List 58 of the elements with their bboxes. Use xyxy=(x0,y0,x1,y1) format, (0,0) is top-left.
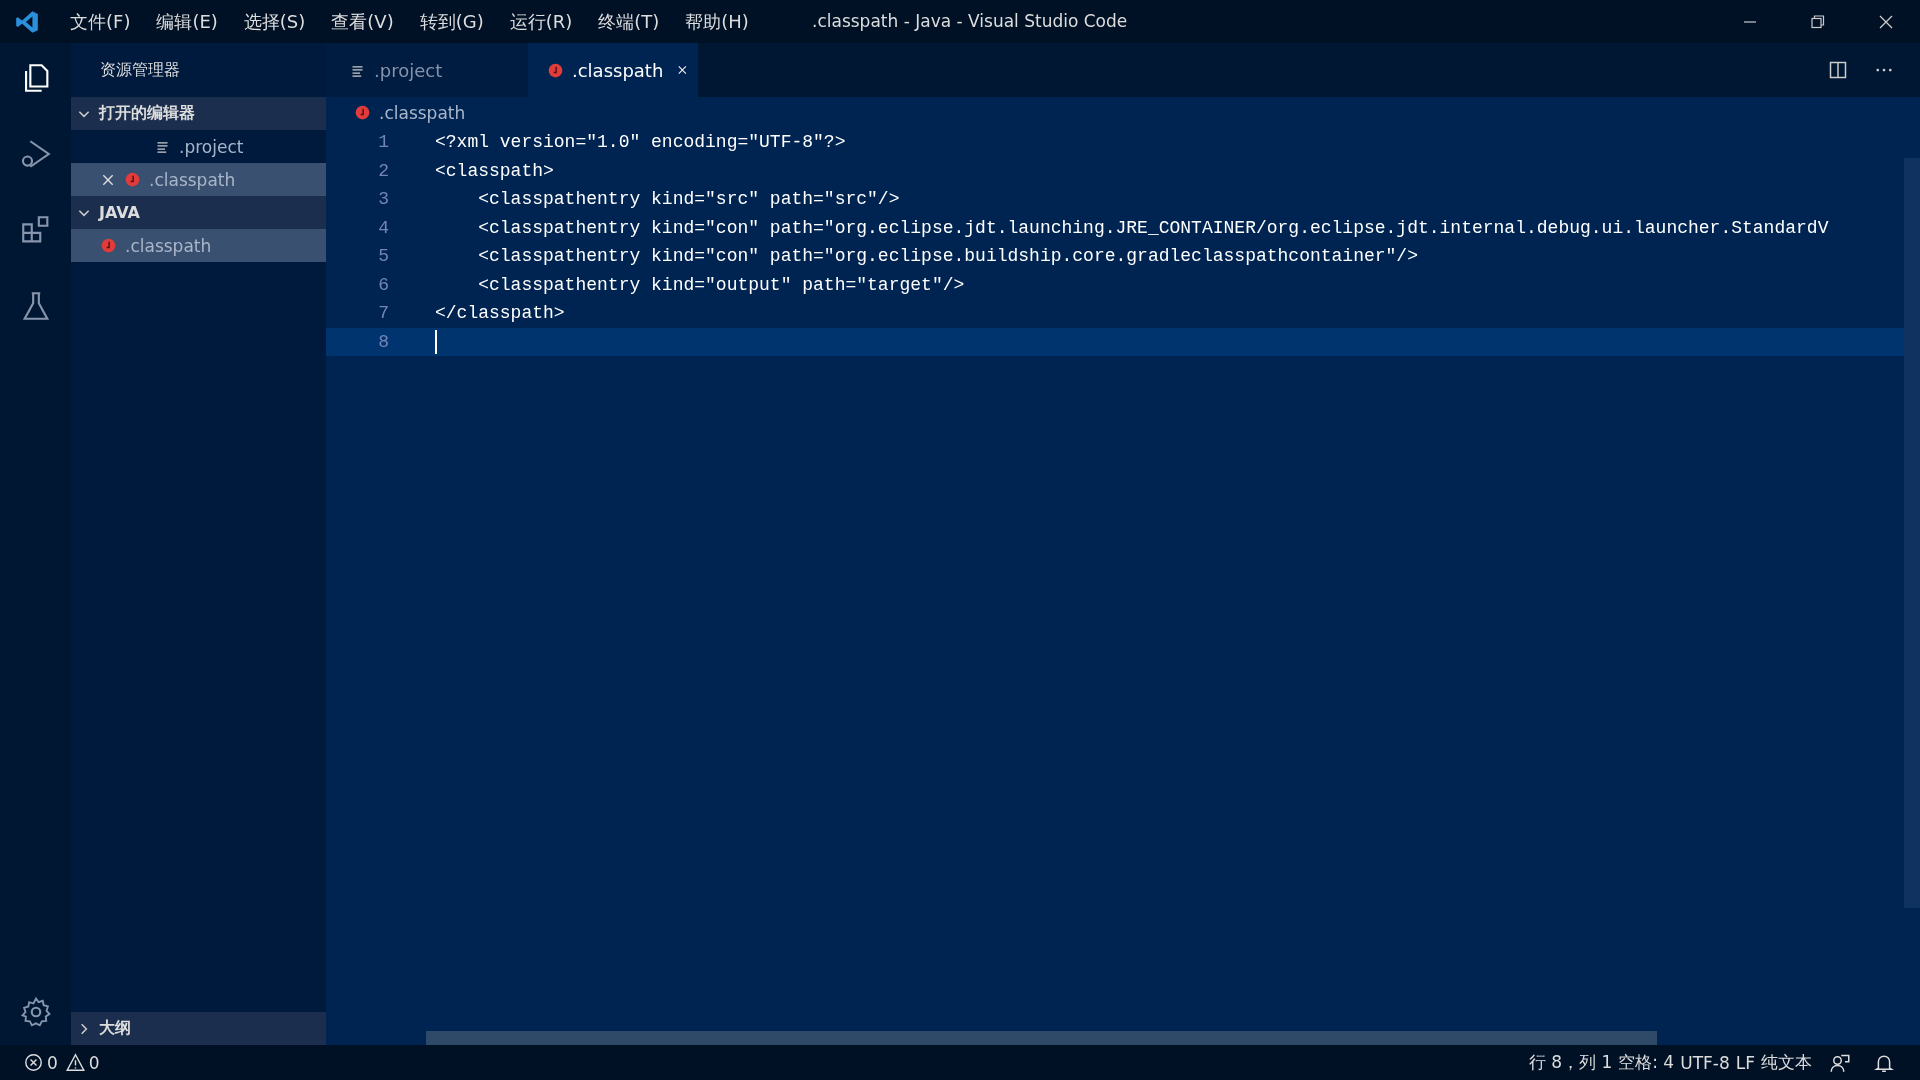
bell-icon[interactable] xyxy=(1874,1052,1894,1073)
java-file-icon xyxy=(355,105,370,120)
code-line: <classpath> xyxy=(435,160,554,181)
editor-tab[interactable]: .classpath xyxy=(528,43,698,97)
code-line: <?xml version="1.0" encoding="UTF-8"?> xyxy=(435,132,846,153)
feedback-icon[interactable] xyxy=(1830,1052,1850,1073)
breadcrumb[interactable]: .classpath xyxy=(379,102,466,123)
menu-item[interactable]: 选择(S) xyxy=(243,9,306,34)
code-line: <classpathentry kind="con" path="org.eclipse.jdt.launching.JRE_CONTAINER/org.eclipse.jdt.internal.debug.ui.launcher.StandardV xyxy=(477,217,1829,238)
close-icon[interactable] xyxy=(101,172,115,187)
warning-icon[interactable] xyxy=(65,1053,85,1072)
sidebar-title: 资源管理器 xyxy=(100,59,180,81)
menu-item[interactable]: 文件(F) xyxy=(70,9,131,34)
status-item[interactable]: UTF-8 xyxy=(1680,1052,1730,1073)
line-number: 6 xyxy=(377,274,389,295)
window-title: .classpath - Java - Visual Studio Code xyxy=(812,11,1128,31)
split-editor-icon[interactable] xyxy=(1828,60,1848,80)
status-item[interactable]: LF xyxy=(1735,1052,1755,1073)
menu-item[interactable]: 转到(G) xyxy=(419,9,484,34)
file-item[interactable]: .classpath xyxy=(71,229,326,262)
menu-item[interactable]: 帮助(H) xyxy=(685,9,749,34)
line-number: 1 xyxy=(377,132,389,153)
line-number: 4 xyxy=(377,217,389,238)
vscode-logo-icon xyxy=(14,8,40,35)
code-line: <classpathentry kind="src" path="src"/> xyxy=(477,189,900,210)
status-item[interactable]: 行 8，列 1 xyxy=(1528,1051,1613,1074)
line-number: 5 xyxy=(377,246,389,267)
java-file-icon xyxy=(101,238,116,253)
file-item[interactable]: .project xyxy=(71,130,326,163)
menu-item[interactable]: 编辑(E) xyxy=(156,9,218,34)
menu-item[interactable]: 查看(V) xyxy=(331,9,394,34)
section-header[interactable]: 大纲 xyxy=(71,1012,326,1045)
status-item[interactable]: 空格: 4 xyxy=(1618,1051,1675,1074)
close-icon[interactable] xyxy=(1878,13,1894,30)
file-item[interactable]: .classpath xyxy=(71,163,326,196)
section-header[interactable]: JAVA xyxy=(71,196,326,229)
line-number: 2 xyxy=(377,160,389,181)
lines-file-icon xyxy=(155,139,170,154)
restore-icon[interactable] xyxy=(1810,13,1826,30)
java-file-icon xyxy=(548,62,563,78)
text-cursor xyxy=(435,329,437,354)
warning-count[interactable]: 0 xyxy=(88,1052,100,1073)
code-line: </classpath> xyxy=(435,303,565,324)
line-number: 8 xyxy=(377,331,389,352)
line-number: 7 xyxy=(377,303,389,324)
menu-item[interactable]: 运行(R) xyxy=(509,9,573,34)
java-file-icon xyxy=(125,172,140,187)
code-line: <classpathentry kind="output" path="target"/> xyxy=(477,274,965,295)
code-line: <classpathentry kind="con" path="org.eclipse.buildship.core.gradleclasspathcontainer"/> xyxy=(477,246,1418,267)
line-number: 3 xyxy=(377,189,389,210)
editor-tab[interactable]: .project xyxy=(326,43,528,97)
menu-item[interactable]: 终端(T) xyxy=(598,9,660,34)
error-icon[interactable] xyxy=(24,1053,43,1072)
settings-icon[interactable] xyxy=(18,995,53,1029)
error-count[interactable]: 0 xyxy=(47,1052,58,1073)
status-item[interactable]: 纯文本 xyxy=(1761,1051,1812,1074)
close-icon[interactable] xyxy=(677,63,688,77)
section-header[interactable]: 打开的编辑器 xyxy=(71,97,326,130)
